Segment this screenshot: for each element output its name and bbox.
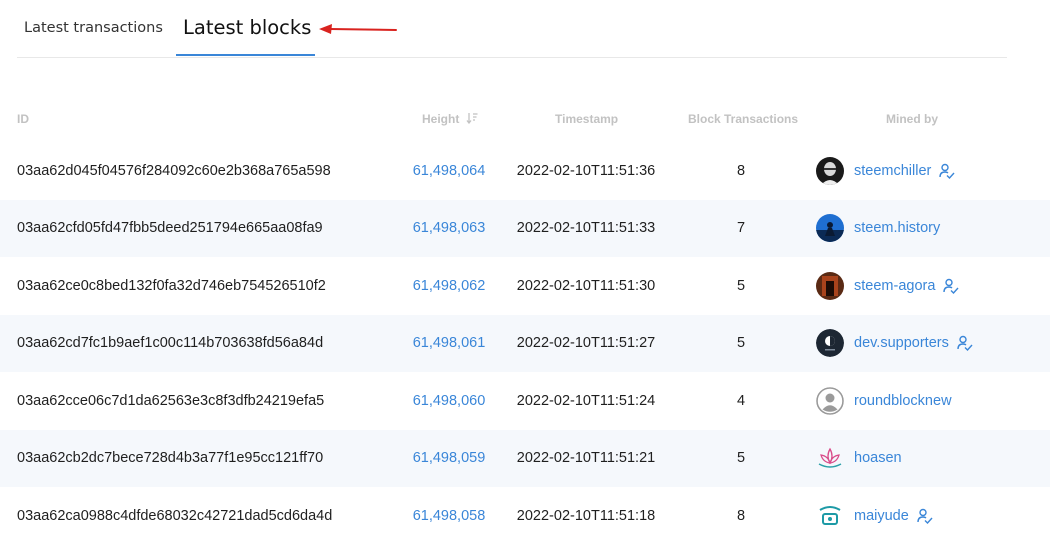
blue-photo-avatar[interactable] — [816, 214, 844, 243]
block-timestamp: 2022-02-10T11:51:21 — [516, 450, 656, 467]
block-height-link[interactable]: 61,498,064 — [397, 163, 501, 179]
block-timestamp: 2022-02-10T11:51:30 — [516, 277, 656, 294]
block-timestamp: 2022-02-10T11:51:33 — [516, 220, 656, 237]
block-id: 03aa62ce0c8bed132f0fa32d746eb754526510f2 — [17, 277, 326, 294]
column-header-block-transactions: Block Transactions — [688, 112, 799, 126]
block-height-link[interactable]: 61,498,061 — [397, 335, 501, 351]
blocks-table: 03aa62d045f04576f284092c60e2b368a765a598… — [0, 142, 1050, 545]
table-row: 03aa62cfd05fd47fbb5deed251794e665aa08fa9… — [0, 199, 1050, 257]
table-row: 03aa62cb2dc7bece728d4b3a77f1e95cc121ff70… — [0, 429, 1050, 487]
block-id: 03aa62cfd05fd47fbb5deed251794e665aa08fa9 — [17, 220, 323, 237]
miner: steemchiller — [816, 156, 955, 185]
verified-witness-icon — [939, 163, 955, 179]
block-height-link[interactable]: 61,498,059 — [397, 450, 501, 466]
block-id: 03aa62cb2dc7bece728d4b3a77f1e95cc121ff70 — [17, 450, 324, 467]
block-id: 03aa62d045f04576f284092c60e2b368a765a598 — [17, 162, 331, 179]
column-header-mined-by: Mined by — [886, 112, 939, 126]
table-row: 03aa62d045f04576f284092c60e2b368a765a598… — [0, 142, 1050, 200]
block-transaction-count: 7 — [736, 220, 746, 237]
dark-logo-avatar[interactable] — [816, 329, 844, 358]
miner-name-link[interactable]: roundblocknew — [854, 393, 952, 409]
table-row: 03aa62cd7fc1b9aef1c00c114b703638fd56a84d… — [0, 314, 1050, 372]
table-row: 03aa62ce0c8bed132f0fa32d746eb754526510f2… — [0, 257, 1050, 315]
block-id: 03aa62cd7fc1b9aef1c00c114b703638fd56a84d — [17, 335, 324, 352]
block-id: 03aa62ca0988c4dfde68032c42721dad5cd6da4d — [17, 507, 333, 524]
block-timestamp: 2022-02-10T11:51:27 — [516, 335, 656, 352]
miner-name-link[interactable]: dev.supporters — [854, 335, 949, 351]
red-arrow-icon — [319, 24, 397, 34]
red-photo-avatar[interactable] — [816, 271, 844, 300]
block-height-link[interactable]: 61,498,058 — [397, 508, 501, 524]
block-transaction-count: 8 — [736, 162, 746, 179]
tab-latest-transactions[interactable]: Latest transactions — [24, 0, 164, 56]
block-height-link[interactable]: 61,498,060 — [397, 393, 501, 409]
miner: maiyude — [816, 501, 933, 530]
block-timestamp: 2022-02-10T11:51:36 — [516, 162, 656, 179]
block-transaction-count: 4 — [736, 392, 746, 409]
block-id: 03aa62cce06c7d1da62563e3c8f3dfb24219efa5 — [17, 392, 325, 409]
block-transaction-count: 5 — [736, 277, 746, 294]
miner-name-link[interactable]: steem.history — [854, 220, 940, 236]
miner-name-link[interactable]: steemchiller — [854, 163, 931, 179]
block-transaction-count: 8 — [736, 507, 746, 524]
block-height-link[interactable]: 61,498,062 — [397, 278, 501, 294]
block-height-link[interactable]: 61,498,063 — [397, 220, 501, 236]
miner-name-link[interactable]: hoasen — [854, 450, 902, 466]
block-timestamp: 2022-02-10T11:51:24 — [516, 392, 656, 409]
table-header: ID Height Timestamp Block Transactions M… — [0, 112, 1050, 130]
miner: roundblocknew — [816, 386, 952, 415]
dark-photo-avatar[interactable] — [816, 156, 844, 185]
column-header-height-label: Height — [422, 112, 460, 126]
block-timestamp: 2022-02-10T11:51:18 — [516, 507, 656, 524]
verified-witness-icon — [917, 508, 933, 524]
tab-latest-blocks[interactable]: Latest blocks — [176, 0, 315, 56]
miner: hoasen — [816, 444, 902, 472]
sort-descending-icon[interactable] — [466, 112, 478, 124]
verified-witness-icon — [943, 278, 959, 294]
miner-name-link[interactable]: maiyude — [854, 508, 909, 524]
block-transaction-count: 5 — [736, 450, 746, 467]
teal-logo-avatar[interactable] — [816, 501, 844, 530]
column-header-height[interactable]: Height — [422, 112, 478, 126]
tab-bar: Latest transactions Latest blocks — [17, 0, 1007, 58]
table-row: 03aa62ca0988c4dfde68032c42721dad5cd6da4d… — [0, 487, 1050, 545]
table-row: 03aa62cce06c7d1da62563e3c8f3dfb24219efa5… — [0, 372, 1050, 430]
miner: dev.supporters — [816, 329, 973, 358]
verified-witness-icon — [957, 336, 973, 352]
miner: steem-agora — [816, 271, 959, 300]
block-transaction-count: 5 — [736, 335, 746, 352]
miner: steem.history — [816, 214, 940, 243]
column-header-id: ID — [17, 112, 29, 126]
miner-name-link[interactable]: steem-agora — [854, 278, 935, 294]
column-header-timestamp: Timestamp — [555, 112, 619, 126]
default-user-avatar[interactable] — [816, 386, 844, 415]
lotus-avatar[interactable] — [816, 444, 844, 472]
